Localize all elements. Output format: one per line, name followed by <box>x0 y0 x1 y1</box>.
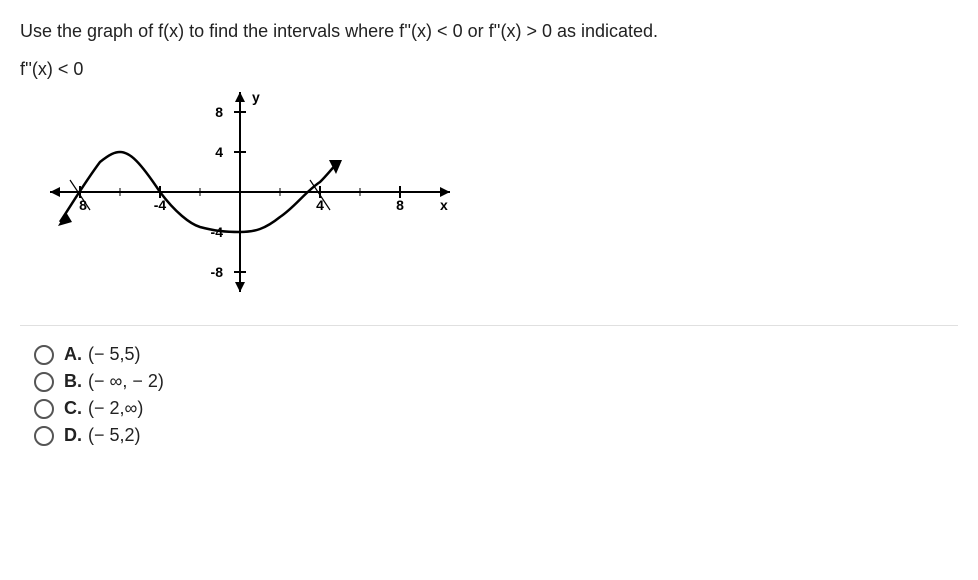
ytick-neg8: -8 <box>211 264 224 280</box>
option-a[interactable]: A. (− 5,5) <box>34 344 958 365</box>
answer-options: A. (− 5,5) B. (− ∞, − 2) C. (− 2,∞) D. (− 5,… <box>20 344 958 446</box>
xtick-pos8: 8 <box>396 197 404 213</box>
x-arrow-left <box>50 187 60 197</box>
option-d[interactable]: D. (− 5,2) <box>34 425 958 446</box>
divider <box>20 325 958 326</box>
y-axis-label: y <box>252 89 260 105</box>
graph-svg: 8 -4 4 8 8 4 -4 -8 y x <box>40 82 460 302</box>
option-text: (− 2,∞) <box>88 398 143 418</box>
radio-icon[interactable] <box>34 399 54 419</box>
radio-icon[interactable] <box>34 426 54 446</box>
y-arrow-down <box>235 282 245 292</box>
condition-text: f''(x) < 0 <box>20 59 958 80</box>
x-axis-label: x <box>440 197 448 213</box>
option-letter: C. <box>64 398 82 418</box>
graph-figure: 8 -4 4 8 8 4 -4 -8 y x <box>40 82 958 307</box>
option-letter: A. <box>64 344 82 364</box>
radio-icon[interactable] <box>34 345 54 365</box>
option-letter: D. <box>64 425 82 445</box>
ytick-pos4: 4 <box>215 144 223 160</box>
option-letter: B. <box>64 371 82 391</box>
radio-icon[interactable] <box>34 372 54 392</box>
ytick-pos8: 8 <box>215 104 223 120</box>
x-arrow-right <box>440 187 450 197</box>
option-text: (− 5,5) <box>88 344 141 364</box>
curve-arrow-left <box>58 212 72 226</box>
option-text: (− 5,2) <box>88 425 141 445</box>
question-text: Use the graph of f(x) to find the interv… <box>20 18 958 45</box>
option-text: (− ∞, − 2) <box>88 371 164 391</box>
option-b[interactable]: B. (− ∞, − 2) <box>34 371 958 392</box>
y-arrow-up <box>235 92 245 102</box>
option-c[interactable]: C. (− 2,∞) <box>34 398 958 419</box>
